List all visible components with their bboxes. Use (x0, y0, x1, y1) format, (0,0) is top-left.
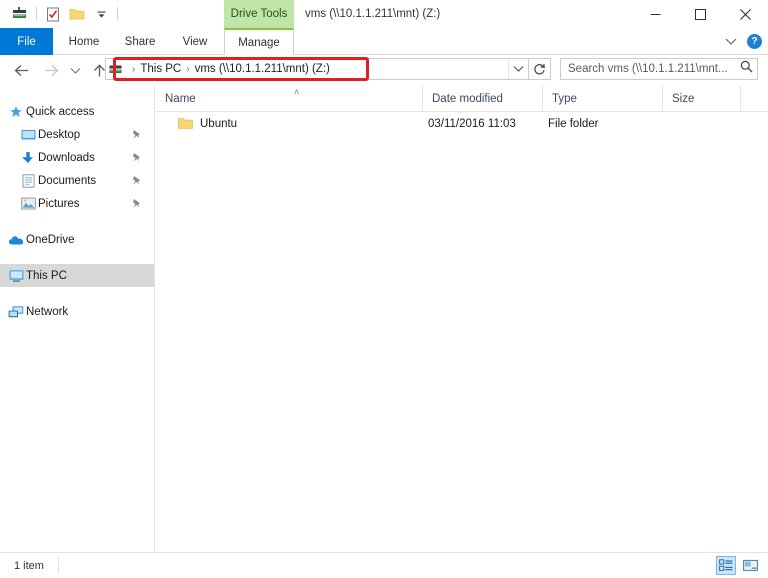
documents-icon (20, 173, 36, 189)
refresh-button[interactable] (529, 58, 551, 80)
qat-divider-1 (36, 7, 37, 21)
large-icons-view-button[interactable] (740, 556, 760, 575)
column-header-label: Type (552, 92, 577, 105)
recent-locations-chevron-icon[interactable] (66, 58, 84, 84)
cell-name: Ubuntu (200, 118, 238, 130)
breadcrumb-separator-1[interactable]: › (184, 64, 191, 75)
tab-home[interactable]: Home (57, 28, 111, 55)
maximize-button[interactable] (678, 0, 723, 28)
address-bar-drive-icon (106, 63, 126, 76)
expand-ribbon-chevron-icon[interactable] (725, 33, 737, 51)
customize-qat-chevron-icon[interactable] (89, 3, 113, 25)
sidebar-item-label: Documents (38, 174, 97, 187)
contextual-tab-group-label: Drive Tools (230, 8, 288, 20)
pin-icon[interactable] (131, 198, 142, 209)
minimize-button[interactable] (633, 0, 678, 28)
breadcrumb-item-this-pc[interactable]: This PC (137, 63, 184, 75)
sidebar-gap-2 (0, 251, 154, 264)
window-controls (633, 0, 768, 28)
ribbon-right-controls: ? (725, 28, 762, 55)
column-header-spacer (740, 86, 768, 111)
search-icon[interactable] (740, 60, 753, 78)
onedrive-cloud-icon (8, 232, 24, 248)
close-button[interactable] (723, 0, 768, 28)
new-folder-icon[interactable] (65, 3, 89, 25)
column-header-label: Name (165, 92, 196, 105)
title-bar: Drive Tools vms (\\10.1.1.211\mnt) (Z:) (0, 0, 768, 28)
cell-date-modified: 03/11/2016 11:03 (428, 118, 516, 130)
forward-button[interactable] (38, 58, 64, 84)
network-icon (8, 304, 24, 320)
sidebar-item-label: This PC (26, 269, 67, 282)
status-bar: 1 item (0, 552, 768, 578)
status-bar-divider (57, 557, 59, 574)
breadcrumb: › This PC › vms (\\10.1.1.211\mnt) (Z:) (126, 59, 508, 79)
window-title: vms (\\10.1.1.211\mnt) (Z:) (305, 8, 441, 20)
qat-divider-2 (117, 7, 118, 21)
pin-icon[interactable] (131, 152, 142, 163)
tab-file[interactable]: File (0, 28, 53, 55)
ribbon-tab-strip: File Home Share View Manage ? (0, 28, 768, 55)
star-pin-icon (8, 104, 24, 120)
sidebar-gap-3 (0, 287, 154, 300)
sidebar-item-label: OneDrive (26, 233, 75, 246)
map-network-drive-icon[interactable] (8, 3, 32, 25)
file-explorer-window: Drive Tools vms (\\10.1.1.211\mnt) (Z:) … (0, 0, 768, 578)
sidebar-item-documents[interactable]: Documents (0, 169, 154, 192)
breadcrumb-item-vms-drive[interactable]: vms (\\10.1.1.211\mnt) (Z:) (192, 63, 333, 75)
sidebar-item-network[interactable]: Network (0, 300, 154, 323)
sidebar-item-downloads[interactable]: Downloads (0, 146, 154, 169)
tab-view[interactable]: View (169, 28, 221, 55)
column-header-label: Size (672, 92, 695, 105)
details-view-button[interactable] (716, 556, 736, 575)
sidebar-item-pictures[interactable]: Pictures (0, 192, 154, 215)
address-bar-dropdown-icon[interactable] (508, 59, 528, 79)
sort-ascending-icon: ˄ (294, 87, 300, 97)
contextual-tab-group-drive-tools: Drive Tools (224, 0, 294, 28)
help-icon[interactable]: ? (747, 34, 762, 49)
view-toggle-group (716, 556, 760, 575)
tab-share[interactable]: Share (113, 28, 167, 55)
navigation-pane: Quick access Desktop Downloads Documents… (0, 86, 155, 552)
column-header-type[interactable]: Type (542, 86, 662, 111)
column-header-size[interactable]: Size (662, 86, 740, 111)
address-bar[interactable]: › This PC › vms (\\10.1.1.211\mnt) (Z:) (105, 58, 529, 80)
quick-access-toolbar (0, 0, 122, 28)
column-header-label: Date modified (432, 92, 503, 105)
column-header-name[interactable]: Name ˄ (156, 86, 422, 111)
breadcrumb-separator-0: › (132, 63, 136, 75)
column-headers: Name ˄ Date modified Type Size (156, 86, 768, 112)
sidebar-item-desktop[interactable]: Desktop (0, 123, 154, 146)
sidebar-item-label: Network (26, 305, 69, 318)
pictures-icon (20, 196, 36, 212)
properties-icon[interactable] (41, 3, 65, 25)
sidebar-item-this-pc[interactable]: This PC (0, 264, 154, 287)
search-box[interactable]: Search vms (\\10.1.1.211\mnt... (560, 58, 758, 80)
this-pc-icon (8, 268, 24, 284)
sidebar-item-label: Desktop (38, 128, 81, 141)
sidebar-item-label: Quick access (26, 105, 95, 118)
back-button[interactable] (8, 58, 34, 84)
table-row[interactable]: Ubuntu 03/11/2016 11:03 File folder (156, 112, 768, 136)
downloads-icon (20, 150, 36, 166)
column-header-date-modified[interactable]: Date modified (422, 86, 542, 111)
desktop-icon (20, 127, 36, 143)
pin-icon[interactable] (131, 129, 142, 140)
sidebar-item-quick-access[interactable]: Quick access (0, 100, 154, 123)
sidebar-gap-1 (0, 215, 154, 228)
tab-manage[interactable]: Manage (224, 28, 294, 55)
cell-type: File folder (548, 118, 599, 130)
pin-icon[interactable] (131, 175, 142, 186)
sidebar-item-onedrive[interactable]: OneDrive (0, 228, 154, 251)
search-input[interactable]: Search vms (\\10.1.1.211\mnt... (568, 63, 740, 75)
sidebar-item-label: Pictures (38, 197, 80, 210)
sidebar-item-label: Downloads (38, 151, 95, 164)
file-list-pane: Name ˄ Date modified Type Size Ubuntu 03… (156, 86, 768, 552)
folder-icon (178, 117, 193, 130)
item-count-label: 1 item (14, 559, 44, 572)
